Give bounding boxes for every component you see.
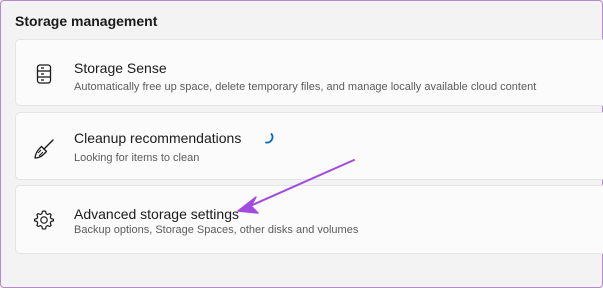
storage-sense-item[interactable]: Storage Sense Automatically free up spac…	[15, 39, 603, 106]
advanced-storage-settings-title: Advanced storage settings	[74, 206, 239, 222]
advanced-storage-settings-subtitle: Backup options, Storage Spaces, other di…	[74, 224, 359, 236]
cleanup-recommendations-item[interactable]: Cleanup recommendations Looking for item…	[15, 112, 603, 180]
storage-sense-title: Storage Sense	[74, 60, 167, 76]
storage-drive-icon	[32, 62, 56, 86]
cleanup-recommendations-title: Cleanup recommendations	[74, 130, 242, 146]
section-title: Storage management	[15, 13, 158, 29]
gear-icon	[32, 208, 56, 232]
advanced-storage-settings-item[interactable]: Advanced storage settings Backup options…	[15, 185, 603, 254]
cleanup-recommendations-subtitle: Looking for items to clean	[74, 152, 200, 164]
storage-sense-subtitle: Automatically free up space, delete temp…	[74, 81, 537, 93]
broom-icon	[32, 137, 56, 161]
loading-spinner-icon	[260, 130, 274, 144]
